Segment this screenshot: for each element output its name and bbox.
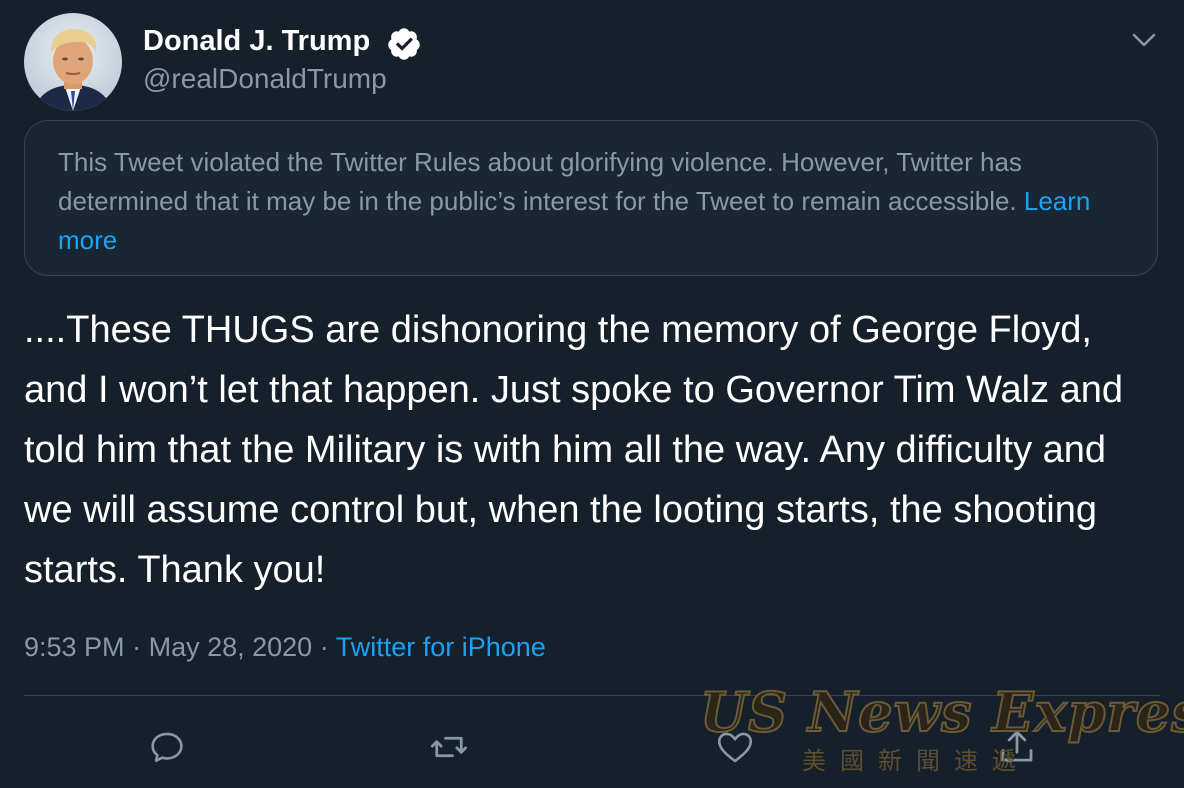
tweet-time[interactable]: 9:53 PM — [24, 632, 125, 662]
tweet-metadata: 9:53 PM · May 28, 2020 · Twitter for iPh… — [24, 628, 546, 666]
watermark-logo: US News Express 美國新聞速遞 — [699, 676, 1184, 788]
tweet-text: ....These THUGS are dishonoring the memo… — [24, 309, 1124, 591]
tweet-source-link[interactable]: Twitter for iPhone — [336, 632, 546, 662]
author-display-name[interactable]: Donald J. Trump — [143, 24, 370, 58]
meta-separator: · — [132, 632, 142, 662]
meta-separator: · — [319, 632, 329, 662]
verified-badge-icon — [386, 26, 422, 62]
tweet-date[interactable]: May 28, 2020 — [149, 632, 313, 662]
share-icon[interactable] — [996, 726, 1038, 768]
heart-icon[interactable] — [714, 726, 756, 768]
author-handle[interactable]: @realDonaldTrump — [143, 62, 387, 96]
watermark-title: US News Express — [699, 679, 1184, 745]
retweet-icon[interactable] — [428, 726, 470, 768]
divider — [24, 695, 1160, 696]
tweet-screen: Donald J. Trump @realDonaldTrump This Tw… — [0, 0, 1184, 788]
notice-text-block: This Tweet violated the Twitter Rules ab… — [58, 143, 1138, 260]
notice-text: This Tweet violated the Twitter Rules ab… — [58, 147, 1024, 216]
chevron-down-icon[interactable] — [1128, 24, 1160, 56]
reply-icon[interactable] — [146, 726, 188, 768]
rules-violation-notice: This Tweet violated the Twitter Rules ab… — [24, 120, 1158, 276]
avatar-image — [24, 13, 122, 111]
avatar[interactable] — [24, 13, 122, 111]
